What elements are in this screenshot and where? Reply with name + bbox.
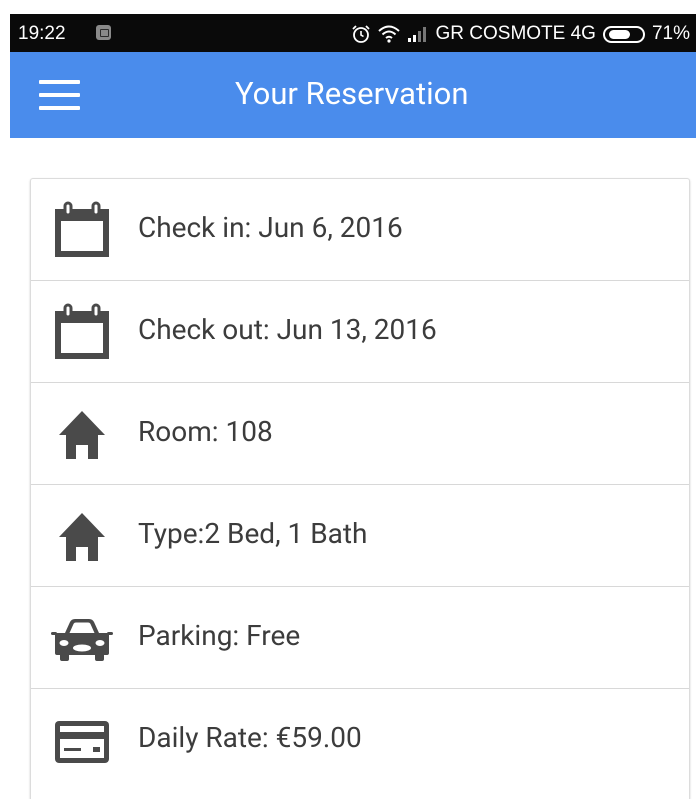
battery-icon xyxy=(602,25,645,43)
reservation-card: Check in: Jun 6, 2016 Check out: Jun 13,… xyxy=(30,178,690,799)
calendar-icon xyxy=(51,199,113,261)
wifi-icon xyxy=(377,25,400,43)
status-time: 19:22 xyxy=(18,23,66,44)
app-bar: Your Reservation xyxy=(10,52,696,138)
battery-percent: 71% xyxy=(651,23,690,44)
room-label: Room: 108 xyxy=(138,415,273,448)
alarm-icon xyxy=(351,24,371,44)
status-indicators: GR COSMOTE 4G 71% xyxy=(351,21,690,47)
list-item-parking[interactable]: Parking: Free xyxy=(31,587,689,689)
list-item-daily-rate[interactable]: Daily Rate: €59.00 xyxy=(31,689,689,791)
car-icon xyxy=(51,607,113,669)
signal-icon xyxy=(407,26,429,42)
type-label: Type:2 Bed, 1 Bath xyxy=(138,517,368,550)
menu-line xyxy=(39,106,80,110)
menu-line xyxy=(39,93,80,97)
list-item-room[interactable]: Room: 108 xyxy=(31,383,689,485)
list-item-type[interactable]: Type:2 Bed, 1 Bath xyxy=(31,485,689,587)
menu-button[interactable] xyxy=(39,80,80,111)
calendar-icon xyxy=(51,301,113,363)
check-out-label: Check out: Jun 13, 2016 xyxy=(138,313,437,346)
screenshot-notification-icon xyxy=(96,25,111,40)
menu-line xyxy=(39,80,80,84)
credit-card-icon xyxy=(51,709,113,771)
check-in-label: Check in: Jun 6, 2016 xyxy=(138,211,403,244)
status-bar: 19:22 GR COSMOTE 4G 71% xyxy=(10,14,696,52)
home-icon xyxy=(51,505,113,567)
list-item-check-out[interactable]: Check out: Jun 13, 2016 xyxy=(31,281,689,383)
page-title: Your Reservation xyxy=(235,75,469,112)
home-icon xyxy=(51,403,113,465)
daily-rate-label: Daily Rate: €59.00 xyxy=(138,721,362,754)
list-item-check-in[interactable]: Check in: Jun 6, 2016 xyxy=(31,179,689,281)
carrier-label: GR COSMOTE 4G xyxy=(435,23,596,44)
parking-label: Parking: Free xyxy=(138,619,301,652)
battery-level xyxy=(608,29,630,39)
